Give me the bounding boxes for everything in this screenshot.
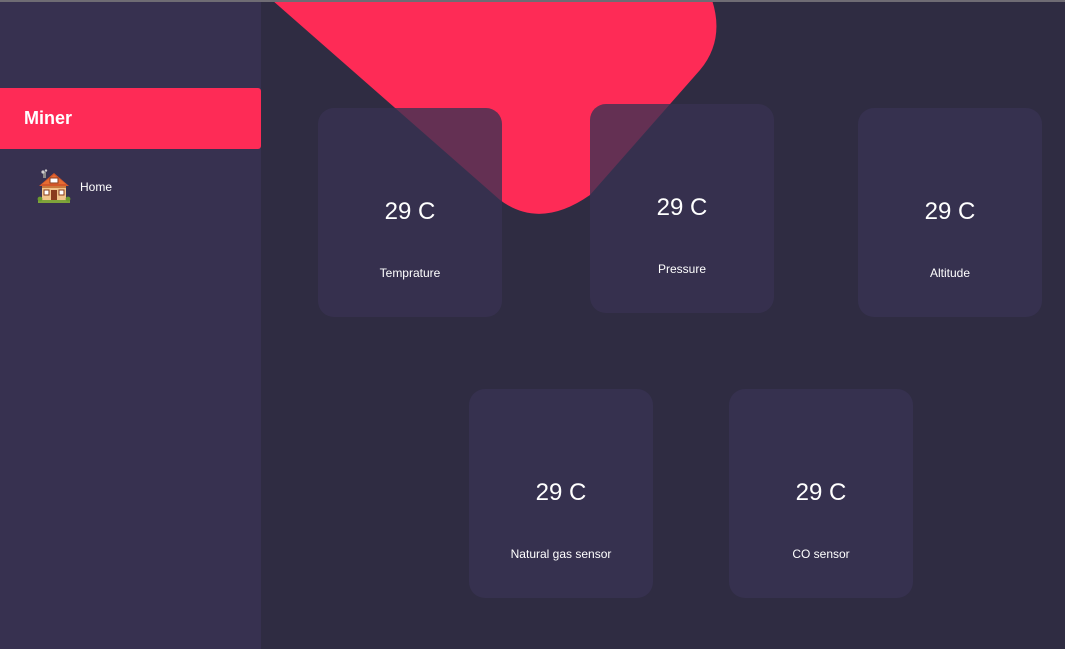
window-right-edge <box>1065 0 1081 649</box>
altitude-label: Altitude <box>929 266 971 280</box>
sidebar-item-label: Home <box>80 180 113 194</box>
card-natural-gas: 29 C Natural gas sensor <box>469 389 653 598</box>
app-window: Miner Home 29 C Temprature 29 C Pressure… <box>0 0 1081 649</box>
house-icon <box>37 169 71 203</box>
pressure-label: Pressure <box>657 262 707 276</box>
sidebar: Miner Home <box>0 2 261 649</box>
co-value: 29 C <box>795 479 847 506</box>
card-pressure: 29 C Pressure <box>590 104 774 313</box>
temperature-label: Temprature <box>379 266 441 280</box>
sidebar-item-home[interactable]: Home <box>36 168 236 206</box>
brand-header: Miner <box>0 88 261 149</box>
natural-gas-label: Natural gas sensor <box>510 547 612 561</box>
altitude-value: 29 C <box>924 198 976 225</box>
natural-gas-value: 29 C <box>535 479 587 506</box>
co-label: CO sensor <box>792 547 850 561</box>
card-altitude: 29 C Altitude <box>858 108 1042 317</box>
temperature-value: 29 C <box>384 198 436 225</box>
pressure-value: 29 C <box>656 194 708 221</box>
card-co: 29 C CO sensor <box>729 389 913 598</box>
card-temperature: 29 C Temprature <box>318 108 502 317</box>
window-top-border <box>0 0 1081 2</box>
brand-title: Miner <box>24 108 73 128</box>
